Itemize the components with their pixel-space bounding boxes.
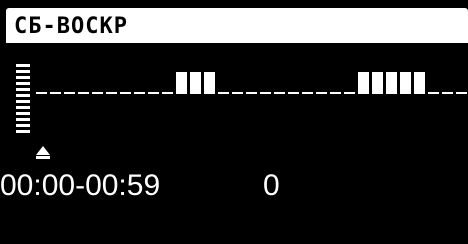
schedule-timeline[interactable] xyxy=(36,60,468,108)
schedule-title: СБ-ВОСКР xyxy=(14,14,128,39)
title-bar: СБ-ВОСКР xyxy=(6,8,468,46)
slot-off[interactable] xyxy=(330,92,341,94)
slot-off[interactable] xyxy=(316,92,327,94)
slot-off[interactable] xyxy=(302,92,313,94)
slot-off[interactable] xyxy=(456,92,467,94)
cursor-base xyxy=(36,156,50,159)
slot-off[interactable] xyxy=(428,92,439,94)
slot-on[interactable] xyxy=(386,72,397,94)
level-scale xyxy=(16,64,30,136)
slot-on[interactable] xyxy=(414,72,425,94)
scale-tick xyxy=(16,112,30,115)
scale-tick xyxy=(16,64,30,67)
slot-on[interactable] xyxy=(358,72,369,94)
slot-off[interactable] xyxy=(134,92,145,94)
slot-off[interactable] xyxy=(50,92,61,94)
slot-on[interactable] xyxy=(190,72,201,94)
slot-on[interactable] xyxy=(372,72,383,94)
slot-off[interactable] xyxy=(106,92,117,94)
slot-off[interactable] xyxy=(246,92,257,94)
scale-tick xyxy=(16,76,30,79)
scale-tick xyxy=(16,118,30,121)
value-text[interactable]: 0 xyxy=(263,166,280,206)
slot-off[interactable] xyxy=(344,92,355,94)
scale-tick xyxy=(16,94,30,97)
slot-on[interactable] xyxy=(400,72,411,94)
device-screen: СБ-ВОСКР 00:00-00:59 0 xyxy=(0,0,468,244)
slot-off[interactable] xyxy=(288,92,299,94)
slot-off[interactable] xyxy=(218,92,229,94)
slot-off[interactable] xyxy=(36,92,47,94)
scale-tick xyxy=(16,124,30,127)
scale-tick xyxy=(16,70,30,73)
slot-off[interactable] xyxy=(232,92,243,94)
time-range-text: 00:00-00:59 xyxy=(0,169,161,202)
scale-tick xyxy=(16,82,30,85)
scale-tick xyxy=(16,100,30,103)
slot-off[interactable] xyxy=(260,92,271,94)
slot-off[interactable] xyxy=(64,92,75,94)
title-underline xyxy=(6,43,468,46)
scale-tick xyxy=(16,106,30,109)
slot-on[interactable] xyxy=(176,72,187,94)
slot-off[interactable] xyxy=(92,92,103,94)
slot-off[interactable] xyxy=(148,92,159,94)
slot-off[interactable] xyxy=(78,92,89,94)
cursor-marker-icon xyxy=(36,146,50,155)
scale-tick xyxy=(16,130,30,133)
slot-off[interactable] xyxy=(120,92,131,94)
slot-on[interactable] xyxy=(204,72,215,94)
slot-off[interactable] xyxy=(162,92,173,94)
slot-off[interactable] xyxy=(274,92,285,94)
scale-tick xyxy=(16,88,30,91)
slot-off[interactable] xyxy=(442,92,453,94)
